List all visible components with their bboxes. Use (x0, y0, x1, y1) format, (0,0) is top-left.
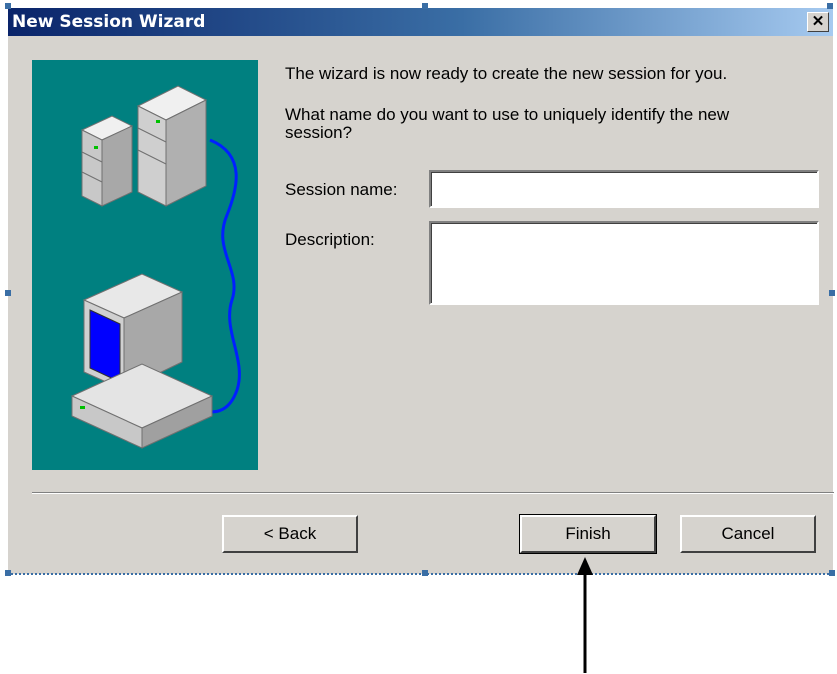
annotation-arrow (577, 557, 593, 673)
resize-handle[interactable] (5, 290, 11, 296)
close-icon: ✕ (811, 13, 825, 30)
network-computer-illustration (70, 85, 241, 449)
resize-handle[interactable] (829, 290, 835, 296)
window-title: New Session Wizard (12, 12, 206, 32)
description-textarea[interactable] (431, 223, 817, 303)
resize-handle[interactable] (422, 570, 428, 576)
separator-highlight (32, 493, 834, 494)
computer-base-icon (70, 363, 214, 449)
finish-button[interactable]: Finish (519, 514, 657, 554)
description-label: Description: (285, 230, 375, 249)
network-cable (201, 138, 241, 414)
resize-handle[interactable] (422, 3, 428, 9)
cancel-button[interactable]: Cancel (680, 515, 816, 553)
resize-handle[interactable] (5, 3, 11, 9)
title-bar[interactable]: New Session Wizard ✕ (8, 8, 833, 36)
description-field[interactable] (429, 221, 819, 305)
session-name-input[interactable] (431, 172, 817, 206)
selection-border-bottom (8, 573, 833, 575)
close-button[interactable]: ✕ (807, 12, 829, 32)
resize-handle[interactable] (829, 570, 835, 576)
wizard-dialog: New Session Wizard ✕ The wizard is now r… (8, 8, 834, 574)
session-name-label: Session name: (285, 180, 398, 199)
resize-handle[interactable] (5, 570, 11, 576)
back-button[interactable]: < Back (222, 515, 358, 553)
wizard-illustration (32, 60, 258, 470)
intro-text: The wizard is now ready to create the ne… (285, 64, 728, 83)
question-text: What name do you want to use to uniquely… (285, 105, 730, 142)
server-tall-icon (136, 85, 208, 207)
server-small-icon (80, 115, 134, 207)
resize-handle[interactable] (827, 3, 833, 9)
session-name-field[interactable] (429, 170, 819, 208)
